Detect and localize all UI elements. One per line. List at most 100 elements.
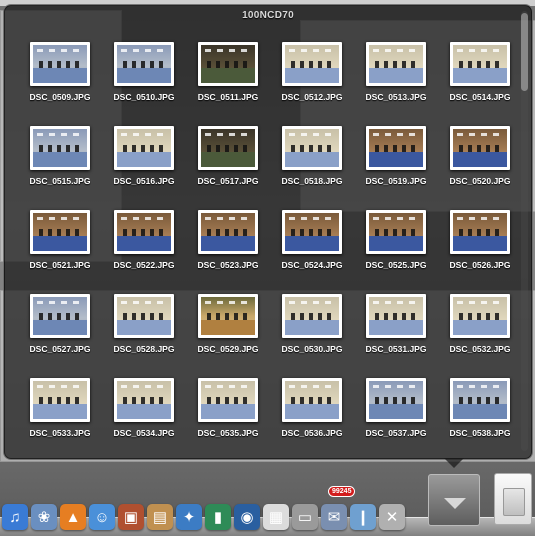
thumbnail-floor (369, 403, 423, 419)
photo-thumbnail[interactable] (282, 126, 342, 170)
stack-item[interactable]: DSC_0526.JPG (438, 210, 522, 294)
stack-item-label: DSC_0518.JPG (281, 176, 343, 186)
trash-bin-shape (503, 488, 525, 516)
stack-item-label: DSC_0533.JPG (29, 428, 91, 438)
stack-item[interactable]: DSC_0528.JPG (102, 294, 186, 378)
thumbnail-floor (117, 67, 171, 83)
photo-thumbnail[interactable] (366, 378, 426, 422)
stack-item[interactable]: DSC_0512.JPG (270, 42, 354, 126)
photo-thumbnail[interactable] (450, 42, 510, 86)
stack-item[interactable]: DSC_0517.JPG (186, 126, 270, 210)
photo-thumbnail[interactable] (30, 42, 90, 86)
photo-thumbnail[interactable] (30, 126, 90, 170)
photo-thumbnail[interactable] (282, 210, 342, 254)
trash-icon[interactable] (494, 473, 532, 525)
photo-browser-icon[interactable]: ▤ (147, 504, 173, 530)
photo-thumbnail[interactable] (114, 378, 174, 422)
stack-item[interactable]: DSC_0514.JPG (438, 42, 522, 126)
photo-thumbnail[interactable] (198, 126, 258, 170)
thumbnail-lights (373, 385, 419, 388)
photo-thumbnail[interactable] (198, 210, 258, 254)
photo-thumbnail[interactable] (198, 42, 258, 86)
thumbnail-lights (457, 49, 503, 52)
stack-item[interactable]: DSC_0515.JPG (18, 126, 102, 210)
photo-thumbnail[interactable] (114, 210, 174, 254)
activity-monitor-icon[interactable]: ▮ (205, 504, 231, 530)
photo-thumbnail[interactable] (366, 126, 426, 170)
mail-icon[interactable]: ✉ (321, 504, 347, 530)
thumbnail-lights (289, 385, 335, 388)
photo-thumbnail[interactable] (30, 294, 90, 338)
stack-item[interactable]: DSC_0522.JPG (102, 210, 186, 294)
thumbnail-lights (289, 217, 335, 220)
stack-item[interactable]: DSC_0525.JPG (354, 210, 438, 294)
photo-thumbnail[interactable] (30, 378, 90, 422)
stack-item[interactable]: DSC_0523.JPG (186, 210, 270, 294)
finder-icon[interactable]: ☺ (89, 504, 115, 530)
stack-item[interactable]: DSC_0518.JPG (270, 126, 354, 210)
scrollbar-thumb[interactable] (521, 13, 528, 91)
photo-thumbnail[interactable] (282, 42, 342, 86)
thumbnail-lights (373, 49, 419, 52)
photo-thumbnail[interactable] (366, 294, 426, 338)
photo-thumbnail[interactable] (366, 42, 426, 86)
stack-item[interactable]: DSC_0510.JPG (102, 42, 186, 126)
photo-thumbnail[interactable] (114, 42, 174, 86)
stack-item[interactable]: DSC_0520.JPG (438, 126, 522, 210)
stack-item[interactable]: DSC_0532.JPG (438, 294, 522, 378)
photo-thumbnail[interactable] (282, 294, 342, 338)
stack-item[interactable]: DSC_0538.JPG (438, 378, 522, 462)
stack-item[interactable]: DSC_0535.JPG (186, 378, 270, 462)
stack-item[interactable]: DSC_0511.JPG (186, 42, 270, 126)
stack-item[interactable]: DSC_0536.JPG (270, 378, 354, 462)
stack-item-label: DSC_0535.JPG (197, 428, 259, 438)
thumbnail-lights (37, 385, 83, 388)
stack-item[interactable]: DSC_0509.JPG (18, 42, 102, 126)
photo-thumbnail[interactable] (114, 126, 174, 170)
thumbnail-floor (117, 151, 171, 167)
stack-item[interactable]: DSC_0527.JPG (18, 294, 102, 378)
stack-item[interactable]: DSC_0530.JPG (270, 294, 354, 378)
printer-icon[interactable]: ▭ (292, 504, 318, 530)
iphoto-icon[interactable]: ❀ (31, 504, 57, 530)
itunes-icon[interactable]: ♫ (2, 504, 28, 530)
photo-thumbnail[interactable] (450, 126, 510, 170)
stack-item-label: DSC_0526.JPG (449, 260, 511, 270)
scrollbar[interactable] (521, 11, 528, 451)
stack-item[interactable]: DSC_0524.JPG (270, 210, 354, 294)
photo-thumbnail[interactable] (450, 294, 510, 338)
thumbnail-lights (205, 49, 251, 52)
stack-item[interactable]: DSC_0531.JPG (354, 294, 438, 378)
thumbnail-lights (37, 49, 83, 52)
stack-item-label: DSC_0531.JPG (365, 344, 427, 354)
network-icon[interactable]: ❙ (350, 504, 376, 530)
stack-item-label: DSC_0525.JPG (365, 260, 427, 270)
stack-item-label: DSC_0529.JPG (197, 344, 259, 354)
stack-item[interactable]: DSC_0537.JPG (354, 378, 438, 462)
stack-item[interactable]: DSC_0534.JPG (102, 378, 186, 462)
stack-item[interactable]: DSC_0516.JPG (102, 126, 186, 210)
stack-item-label: DSC_0513.JPG (365, 92, 427, 102)
stack-item[interactable]: DSC_0513.JPG (354, 42, 438, 126)
photo-thumbnail[interactable] (198, 294, 258, 338)
stack-item-label: DSC_0520.JPG (449, 176, 511, 186)
photo-thumbnail[interactable] (30, 210, 90, 254)
photo-thumbnail[interactable] (114, 294, 174, 338)
stack-item[interactable]: DSC_0529.JPG (186, 294, 270, 378)
stack-item[interactable]: DSC_0519.JPG (354, 126, 438, 210)
photo-thumbnail[interactable] (366, 210, 426, 254)
stack-item[interactable]: DSC_0521.JPG (18, 210, 102, 294)
thumbnail-lights (37, 133, 83, 136)
dvd-player-icon[interactable]: ◉ (234, 504, 260, 530)
utility-icon[interactable]: ✕ (379, 504, 405, 530)
photo-thumbnail[interactable] (282, 378, 342, 422)
photo-thumbnail[interactable] (198, 378, 258, 422)
photo-thumbnail[interactable] (450, 378, 510, 422)
photo-thumbnail[interactable] (450, 210, 510, 254)
calendar-icon[interactable]: ▦ (263, 504, 289, 530)
safari-icon[interactable]: ✦ (176, 504, 202, 530)
stack-item[interactable]: DSC_0533.JPG (18, 378, 102, 462)
thumbnail-floor (117, 235, 171, 251)
preview-icon[interactable]: ▣ (118, 504, 144, 530)
vlc-icon[interactable]: ▲ (60, 504, 86, 530)
